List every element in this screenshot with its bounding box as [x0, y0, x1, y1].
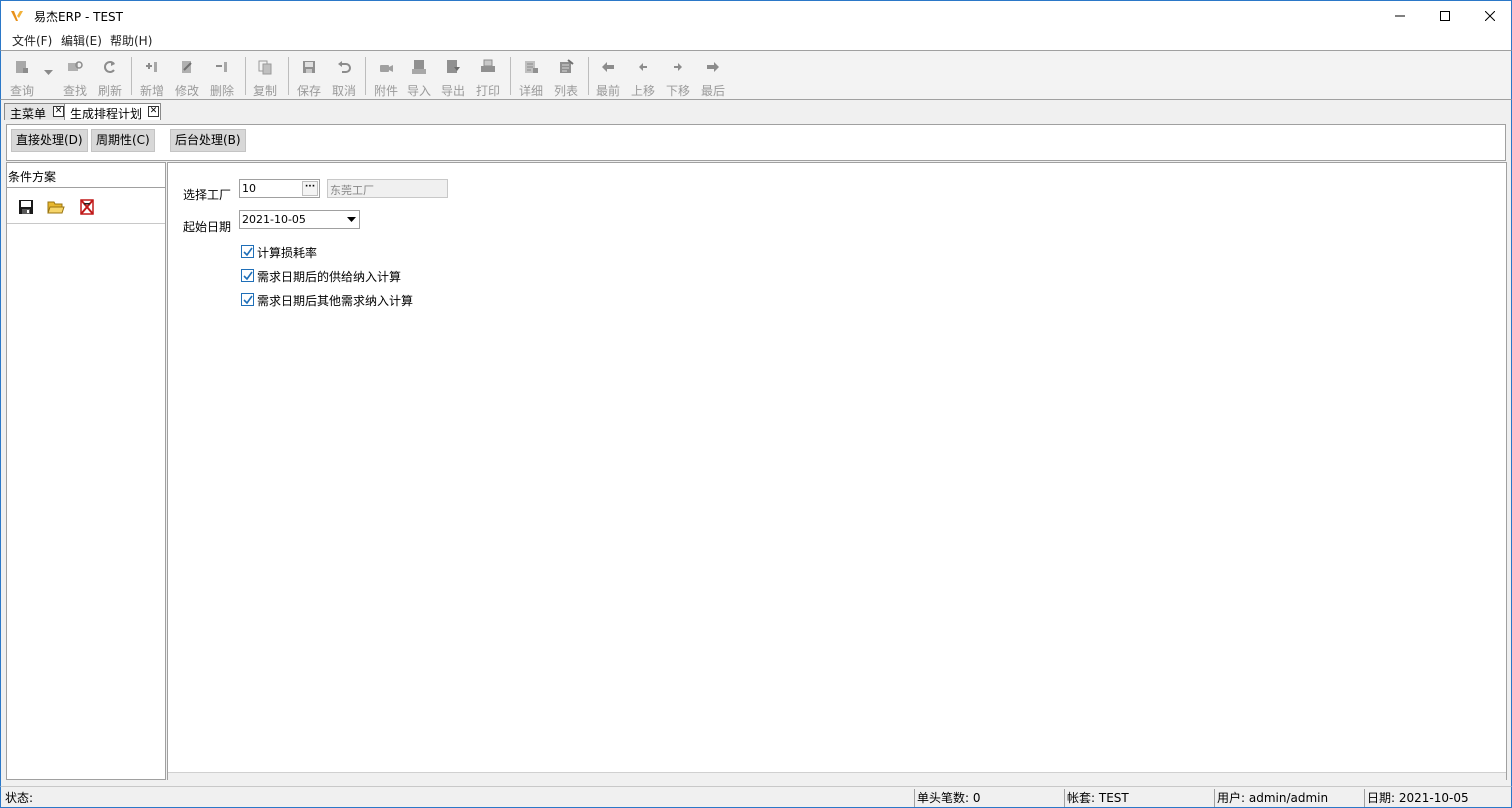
minimize-button[interactable] [1377, 1, 1423, 31]
print-icon [481, 59, 495, 72]
minimize-icon [1395, 15, 1405, 17]
header-count: 单头笔数: 0 [914, 789, 1062, 807]
detail-icon [525, 61, 538, 73]
divider [7, 223, 165, 224]
background-process-button[interactable]: 后台处理(B) [170, 129, 246, 152]
list-button[interactable]: 列表 [549, 53, 583, 98]
add-button[interactable]: 新增 [135, 53, 169, 98]
user-info: 用户: admin/admin [1214, 789, 1362, 807]
menu-bar: 文件(F) 编辑(E) 帮助(H) [0, 30, 1512, 50]
undo-icon [338, 61, 351, 73]
factory-code-value: 10 [242, 182, 256, 195]
yijie-logo-icon [11, 11, 23, 21]
add-icon [146, 62, 157, 72]
checkbox[interactable] [241, 245, 254, 258]
start-date-value: 2021-10-05 [242, 213, 306, 226]
date-info: 日期: 2021-10-05 [1364, 789, 1509, 807]
start-date-label: 起始日期 [183, 220, 232, 234]
refresh-button[interactable]: 刷新 [93, 53, 127, 98]
close-icon [1485, 11, 1495, 21]
maximize-button[interactable] [1422, 1, 1468, 31]
factory-name-field: 东莞工厂 [327, 179, 448, 198]
factory-code-input[interactable]: 10 ··· [239, 179, 320, 198]
tab-main-menu[interactable]: 主菜单 ✕ [4, 103, 65, 121]
next-button[interactable]: 下移 [661, 53, 695, 98]
chevron-down-icon[interactable] [344, 212, 358, 227]
factory-label: 选择工厂 [183, 188, 232, 202]
tab-label: 生成排程计划 [70, 107, 143, 121]
first-icon [602, 62, 614, 72]
refresh-icon [104, 61, 115, 73]
checkbox[interactable] [241, 269, 254, 282]
delete-scheme-icon[interactable] [78, 198, 96, 216]
horizontal-scrollbar[interactable] [168, 772, 1506, 780]
toolbar: 查询 查找 刷新 新增 修改 删除 复制 保存 取消 附件 导入 导出 打印 详… [0, 50, 1512, 100]
edit-button[interactable]: 修改 [170, 53, 204, 98]
status-text: 状态: [5, 791, 34, 805]
close-tab-icon[interactable]: ✕ [53, 106, 64, 117]
checkbox-label: 需求日期后的供给纳入计算 [257, 270, 402, 284]
import-icon [412, 60, 426, 74]
account-info: 帐套: TEST [1064, 789, 1212, 807]
start-date-picker[interactable]: 2021-10-05 [239, 210, 360, 229]
divider [7, 187, 165, 188]
close-button[interactable] [1467, 1, 1512, 31]
next-icon [674, 63, 682, 71]
menu-help[interactable]: 帮助(H) [110, 32, 152, 49]
save-icon [303, 61, 315, 73]
factory-name-value: 东莞工厂 [330, 184, 374, 197]
close-tab-icon[interactable]: ✕ [148, 106, 159, 117]
edit-icon [182, 61, 192, 73]
periodic-button[interactable]: 周期性(C) [91, 129, 155, 152]
delete-button[interactable]: 删除 [205, 53, 239, 98]
attachment-icon [380, 65, 393, 72]
checkbox-label: 计算损耗率 [257, 246, 318, 260]
copy-icon [258, 60, 272, 75]
cancel-button[interactable]: 取消 [327, 53, 361, 98]
maximize-icon [1440, 11, 1450, 21]
previous-icon [639, 63, 647, 71]
content-area: 直接处理(D) 周期性(C) 后台处理(B) 条件方案 选择工厂 10 ··· … [0, 120, 1512, 786]
first-button[interactable]: 最前 [591, 53, 625, 98]
checkbox[interactable] [241, 293, 254, 306]
title-bar: 易杰ERP - TEST [0, 0, 1512, 30]
query-button[interactable]: 查询 [5, 53, 39, 98]
import-button[interactable]: 导入 [402, 53, 436, 98]
query-dropdown-icon[interactable] [44, 70, 53, 76]
action-bar: 直接处理(D) 周期性(C) 后台处理(B) [6, 124, 1506, 161]
previous-button[interactable]: 上移 [626, 53, 660, 98]
find-icon [68, 61, 83, 71]
checkmark-icon [243, 295, 253, 305]
tab-generate-schedule-plan[interactable]: 生成排程计划 ✕ [64, 103, 161, 121]
query-icon [16, 61, 28, 73]
delete-icon [216, 62, 227, 72]
copy-button[interactable]: 复制 [248, 53, 282, 98]
document-tab-strip: 主菜单 ✕ 生成排程计划 ✕ [0, 100, 1512, 121]
export-button[interactable]: 导出 [436, 53, 470, 98]
list-icon [560, 59, 574, 73]
checkbox-label: 需求日期后其他需求纳入计算 [257, 294, 414, 308]
open-folder-icon[interactable] [47, 198, 65, 216]
export-icon [447, 60, 460, 73]
checkmark-icon [243, 271, 253, 281]
menu-file[interactable]: 文件(F) [12, 32, 52, 49]
checkmark-icon [243, 247, 253, 257]
condition-scheme-panel: 条件方案 [6, 162, 166, 780]
find-button[interactable]: 查找 [58, 53, 92, 98]
factory-lookup-button[interactable]: ··· [302, 181, 318, 196]
menu-edit[interactable]: 编辑(E) [61, 32, 102, 49]
panel-title: 条件方案 [8, 170, 57, 184]
tab-label: 主菜单 [10, 107, 47, 121]
last-icon [707, 62, 719, 72]
window-title: 易杰ERP - TEST [34, 10, 123, 24]
form-area: 选择工厂 10 ··· 东莞工厂 起始日期 2021-10-05 计算损耗率 需… [167, 162, 1507, 780]
save-button[interactable]: 保存 [292, 53, 326, 98]
save-scheme-icon[interactable] [17, 198, 35, 216]
status-bar: 状态: 单头笔数: 0 帐套: TEST 用户: admin/admin 日期:… [0, 786, 1512, 808]
direct-process-button[interactable]: 直接处理(D) [11, 129, 88, 152]
print-button[interactable]: 打印 [471, 53, 505, 98]
detail-button[interactable]: 详细 [514, 53, 548, 98]
last-button[interactable]: 最后 [696, 53, 730, 98]
